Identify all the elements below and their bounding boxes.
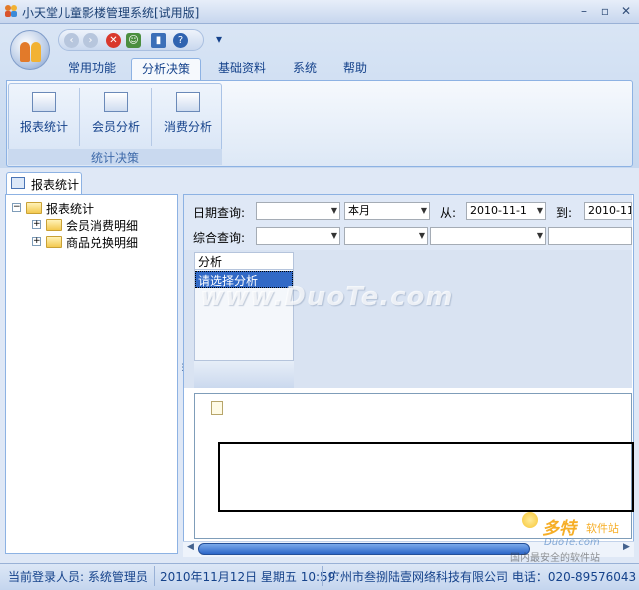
- person-icon: [31, 42, 41, 62]
- dropdown-arrow-icon: ▼: [330, 206, 337, 215]
- report-stats-label: 报表统计: [19, 120, 68, 134]
- help-icon[interactable]: ?: [173, 33, 188, 48]
- quick-access-toolbar: ‹ › ✕ ☺ ▮ ?: [58, 29, 204, 51]
- report-frame: [218, 442, 634, 512]
- date-period-value: 本月: [348, 204, 370, 217]
- qat-dropdown-icon[interactable]: ▾: [216, 32, 222, 46]
- status-user: 当前登录人员: 系统管理员: [8, 570, 148, 584]
- to-date-picker[interactable]: 2010-11-: [584, 202, 632, 220]
- tab-common[interactable]: 常用功能: [58, 58, 126, 80]
- dropdown-arrow-icon: ▼: [420, 206, 427, 215]
- users-icon[interactable]: ☺: [126, 33, 141, 48]
- back-icon[interactable]: ‹: [64, 33, 79, 48]
- document-tab-label: 报表统计: [31, 178, 80, 192]
- combined-value-select[interactable]: ▼: [430, 227, 546, 245]
- to-date-value: 2010-11-: [588, 204, 631, 217]
- status-datetime: 2010年11月12日 星期五 10:59:: [160, 570, 340, 584]
- from-date-picker[interactable]: 2010-11-1 ▼: [466, 202, 546, 220]
- report-stats-button[interactable]: 报表统计: [10, 88, 78, 146]
- from-label: 从:: [440, 206, 457, 220]
- tab-help[interactable]: 帮助: [333, 58, 377, 80]
- tab-analysis[interactable]: 分析决策: [131, 58, 202, 80]
- folder-icon: [46, 219, 62, 231]
- member-analysis-label: 会员分析: [91, 120, 140, 134]
- restore-button[interactable]: ▫: [596, 3, 614, 19]
- scroll-left-icon[interactable]: ◀: [187, 542, 194, 552]
- date-period-select[interactable]: 本月 ▼: [344, 202, 430, 220]
- from-date-value: 2010-11-1: [470, 204, 527, 217]
- dropdown-arrow-icon: ▼: [330, 231, 337, 240]
- tab-basic-data[interactable]: 基础资料: [208, 58, 276, 80]
- report-icon: [11, 177, 25, 189]
- title-bar: 小天堂儿童影楼管理系统[试用版] – ▫ ✕: [0, 0, 639, 24]
- combined-value-input[interactable]: [548, 227, 632, 245]
- date-query-label: 日期查询:: [193, 206, 246, 220]
- dropdown-arrow-icon: ▼: [536, 231, 543, 240]
- brand-name: 多特: [542, 519, 576, 539]
- forward-icon[interactable]: ›: [83, 33, 98, 48]
- brand-slogan: 国内最安全的软件站: [510, 553, 600, 564]
- exit-icon[interactable]: ▮: [151, 33, 166, 48]
- to-label: 到:: [556, 206, 573, 220]
- group-divider: [151, 88, 152, 146]
- dropdown-arrow-icon: ▼: [536, 206, 543, 215]
- minimize-button[interactable]: –: [575, 3, 593, 19]
- tree-node-label: 会员消费明细: [66, 219, 139, 233]
- tree-node-label: 商品兑换明细: [66, 236, 139, 250]
- collapse-icon[interactable]: −: [12, 203, 21, 212]
- document-tab[interactable]: 报表统计: [6, 172, 82, 194]
- consumption-analysis-button[interactable]: 消费分析: [154, 88, 222, 146]
- brand-watermark: 多特 软件站 DuoTe.com 国内最安全的软件站: [510, 512, 636, 564]
- app-menu-button[interactable]: [10, 30, 50, 70]
- brand-sub: 软件站: [586, 522, 619, 535]
- app-icon: [5, 5, 17, 17]
- tab-system[interactable]: 系统: [283, 58, 327, 80]
- report-marker: [211, 401, 223, 415]
- expand-icon[interactable]: +: [32, 237, 41, 246]
- window-title: 小天堂儿童影楼管理系统[试用版]: [22, 6, 200, 20]
- stop-icon[interactable]: ✕: [106, 33, 121, 48]
- report-tree: − 报表统计 + 会员消费明细 + 商品兑换明细: [5, 194, 178, 554]
- combined-field-select[interactable]: ▼: [256, 227, 340, 245]
- close-window-button[interactable]: ✕: [617, 3, 635, 19]
- combined-operator-select[interactable]: ▼: [344, 227, 428, 245]
- tree-node-label: 报表统计: [46, 202, 95, 216]
- group-divider: [79, 88, 80, 146]
- status-divider: [154, 566, 155, 586]
- person-icon: [20, 42, 30, 62]
- watermark: www.DuoTe.com: [200, 282, 454, 312]
- dropdown-arrow-icon: ▼: [418, 231, 425, 240]
- report-icon: [32, 92, 56, 112]
- date-query-select[interactable]: ▼: [256, 202, 340, 220]
- status-company: 广州市叁捌陆壹网络科技有限公司 电话：020-89576043: [328, 570, 637, 584]
- status-divider: [322, 566, 323, 586]
- scrollbar-thumb[interactable]: [198, 543, 530, 555]
- folder-icon: [26, 202, 42, 214]
- combined-query-label: 综合查询:: [193, 231, 246, 245]
- bar-chart-icon: [104, 92, 128, 112]
- ribbon-group-label: 统计决策: [8, 149, 222, 165]
- analysis-list-footer: [194, 360, 294, 388]
- brand-url: DuoTe.com: [544, 537, 600, 548]
- pie-chart-icon: [176, 92, 200, 112]
- analysis-list-header: 分析: [195, 253, 293, 270]
- expand-icon[interactable]: +: [32, 220, 41, 229]
- folder-icon: [46, 236, 62, 248]
- member-analysis-button[interactable]: 会员分析: [82, 88, 150, 146]
- sun-icon: [522, 512, 538, 528]
- consumption-analysis-label: 消费分析: [163, 120, 212, 134]
